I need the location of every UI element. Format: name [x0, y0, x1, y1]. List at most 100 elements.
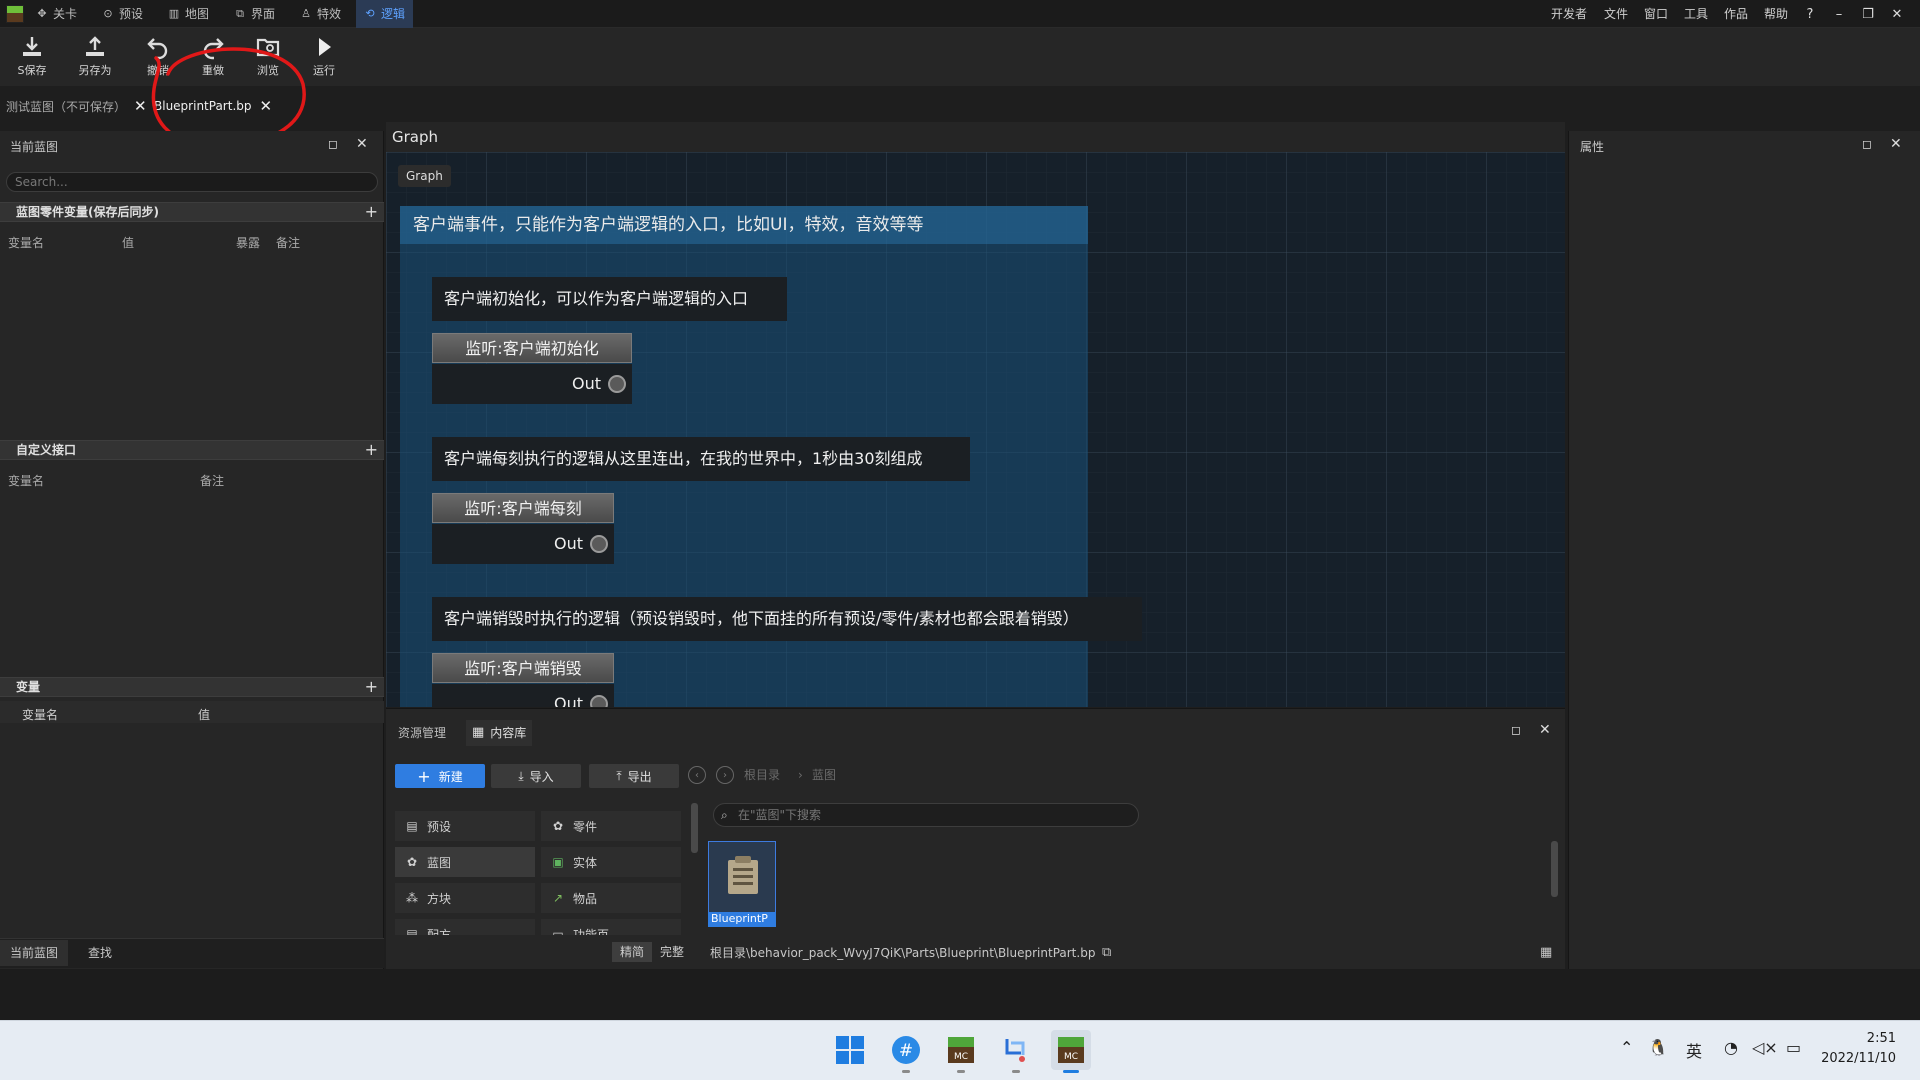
asset-search-input[interactable]: ⌕ 在"蓝图"下搜索 [713, 803, 1139, 827]
menu-tools[interactable]: 工具 [1684, 0, 1708, 28]
left-panel [0, 131, 384, 969]
tab-ui[interactable]: ⧉ 界面 [226, 0, 283, 28]
col-header-exposed: 暴露 [236, 236, 261, 250]
tab-resource-manager[interactable]: 资源管理 [392, 720, 452, 746]
app-logo [6, 5, 24, 23]
menu-developer[interactable]: 开发者 [1551, 0, 1587, 28]
tab-logic[interactable]: ⟲ 逻辑 [356, 0, 414, 28]
hashtag-icon: # [892, 1036, 920, 1064]
forward-icon[interactable]: › [716, 766, 734, 784]
add-icon[interactable]: + [365, 678, 378, 696]
tab-preset[interactable]: ⊙ 预设 [94, 0, 151, 28]
taskbar-indicator [902, 1070, 910, 1073]
chevron-up-icon[interactable]: ⌃ [1620, 1038, 1633, 1057]
input-language[interactable]: 英 [1686, 1038, 1702, 1062]
col-header-note: 备注 [276, 236, 301, 250]
close-icon[interactable]: ✕ [1539, 722, 1551, 738]
windows-start-icon[interactable] [830, 1030, 870, 1070]
menu-file[interactable]: 文件 [1604, 0, 1628, 28]
volume-muted-icon[interactable]: ◁× [1752, 1038, 1778, 1057]
gear-icon: ⊙ [103, 7, 113, 20]
doc-tab-test-blueprint[interactable]: 测试蓝图（不可保存） ✕ [0, 92, 153, 120]
minecraft-app-icon[interactable]: MC [941, 1030, 981, 1070]
category-entity[interactable]: ▣ 实体 [541, 847, 681, 877]
view-full-toggle[interactable]: 完整 [652, 942, 692, 962]
compass-icon: ✥ [37, 7, 47, 20]
tab-current-blueprint[interactable]: 当前蓝图 [0, 940, 69, 966]
save-button[interactable]: S保存 [7, 34, 57, 84]
comment-client-destroy[interactable]: 客户端销毁时执行的逻辑（预设销毁时，他下面挂的所有预设/零件/素材也都会跟着销毁… [432, 597, 1142, 641]
add-icon[interactable]: + [365, 441, 378, 459]
tab-level[interactable]: ✥ 关卡 [28, 0, 85, 28]
category-recipe[interactable]: ▤ 配方 [395, 919, 535, 935]
category-scrollbar[interactable] [691, 803, 698, 853]
tab-map[interactable]: ▥ 地图 [160, 0, 217, 28]
exec-out-pin[interactable] [590, 535, 608, 553]
category-preset[interactable]: ▤ 预设 [395, 811, 535, 841]
help-icon[interactable]: ? [1800, 4, 1820, 24]
snipping-tool-icon[interactable] [996, 1030, 1036, 1070]
wifi-icon[interactable]: ◔ [1724, 1038, 1738, 1057]
category-function-page[interactable]: ▭ 功能页 [541, 919, 681, 935]
left-panel-title: 当前蓝图 [10, 140, 59, 154]
breadcrumb-root[interactable]: 根目录 [744, 766, 780, 784]
import-button[interactable]: ⤓ 导入 [491, 764, 581, 788]
window-icon: ⧉ [236, 7, 244, 20]
node-client-destroy-title[interactable]: 监听:客户端销毁 [432, 653, 614, 683]
node-client-init-body [432, 364, 632, 404]
taskbar-indicator [957, 1070, 965, 1073]
asset-scrollbar[interactable] [1551, 841, 1558, 897]
menu-bar: ✥ 关卡 ⊙ 预设 ▥ 地图 ⧉ 界面 ♙ 特效 ⟲ 逻辑 开发者 文件 窗口 … [0, 0, 1920, 28]
category-block[interactable]: ⁂ 方块 [395, 883, 535, 913]
category-item[interactable]: ↗ 物品 [541, 883, 681, 913]
graph-breadcrumb[interactable]: Graph [398, 165, 451, 187]
maximize-icon[interactable]: ◻ [1511, 723, 1521, 737]
grid-view-icon[interactable]: ▦ [1540, 945, 1552, 961]
blueprint-search-input[interactable]: Search... [6, 172, 378, 192]
close-icon[interactable]: ✕ [1890, 136, 1902, 152]
copy-icon[interactable]: ⧉ [1102, 945, 1111, 961]
preset-icon: ▤ [406, 819, 418, 833]
category-part[interactable]: ✿ 零件 [541, 811, 681, 841]
map-icon: ▥ [168, 7, 180, 20]
exec-out-pin[interactable] [590, 695, 608, 707]
add-icon[interactable]: + [365, 203, 378, 221]
col-header-var-name: 变量名 [22, 708, 59, 722]
back-icon[interactable]: ‹ [688, 766, 706, 784]
maximize-icon[interactable]: ◻ [1862, 137, 1872, 151]
scissors-icon [1005, 1039, 1025, 1062]
export-button[interactable]: ⤒ 导出 [589, 764, 679, 788]
menu-window[interactable]: 窗口 [1644, 0, 1668, 28]
qq-icon[interactable]: 🐧 [1648, 1038, 1668, 1057]
minecraft-studio-icon[interactable]: MC [1051, 1030, 1091, 1070]
restore-icon[interactable]: ❐ [1858, 4, 1878, 24]
node-client-tick-title[interactable]: 监听:客户端每刻 [432, 493, 614, 523]
save-as-button[interactable]: 另存为 [70, 34, 120, 84]
battery-icon[interactable]: ▭ [1786, 1038, 1801, 1057]
node-client-init-title[interactable]: 监听:客户端初始化 [432, 333, 632, 363]
event-group-title[interactable]: 客户端事件，只能作为客户端逻辑的入口，比如UI，特效，音效等等 [400, 206, 1088, 244]
close-icon[interactable]: ✕ [356, 136, 368, 152]
exec-out-pin[interactable] [608, 375, 626, 393]
block-icon: ⁂ [406, 891, 418, 905]
windows-logo-icon [836, 1036, 864, 1064]
tab-effects[interactable]: ♙ 特效 [292, 0, 349, 28]
tab-find[interactable]: 查找 [78, 940, 122, 966]
comment-client-init[interactable]: 客户端初始化，可以作为客户端逻辑的入口 [432, 277, 787, 321]
tab-content-library[interactable]: ▦ 内容库 [466, 720, 533, 746]
view-compact-toggle[interactable]: 精简 [612, 942, 653, 962]
hashtag-app-icon[interactable]: # [886, 1030, 926, 1070]
close-icon[interactable]: ✕ [1887, 4, 1907, 24]
taskbar-clock[interactable]: 2:51 2022/11/10 [1812, 1029, 1896, 1069]
breadcrumb-blueprint[interactable]: 蓝图 [812, 766, 836, 784]
menu-works[interactable]: 作品 [1724, 0, 1748, 28]
taskbar-indicator [1012, 1070, 1020, 1073]
comment-client-tick[interactable]: 客户端每刻执行的逻辑从这里连出，在我的世界中，1秒由30刻组成 [432, 437, 970, 481]
menu-help[interactable]: 帮助 [1764, 0, 1788, 28]
col-header-value: 值 [122, 236, 135, 250]
col-header-var-name: 变量名 [8, 236, 45, 250]
minimize-icon[interactable]: – [1829, 4, 1849, 24]
category-blueprint[interactable]: ✿ 蓝图 [395, 847, 535, 877]
maximize-icon[interactable]: ◻ [328, 137, 338, 151]
new-button[interactable]: + 新建 [395, 764, 485, 788]
